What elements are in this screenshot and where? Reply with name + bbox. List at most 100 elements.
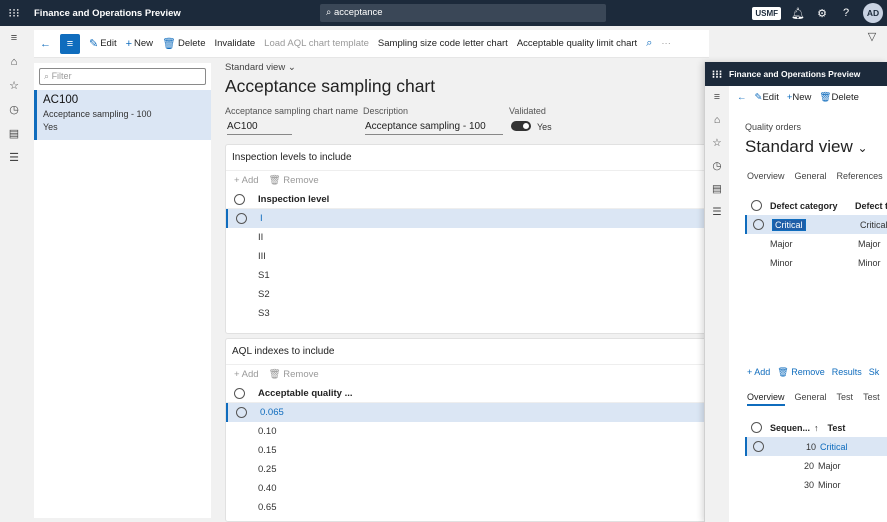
- table-row[interactable]: S3: [226, 304, 708, 323]
- table-row[interactable]: 0.25: [226, 460, 708, 479]
- add-button[interactable]: + Add: [747, 367, 770, 378]
- company-picker[interactable]: USMF: [752, 6, 781, 20]
- remove-button[interactable]: 🗑︎ Remove: [777, 367, 824, 378]
- aql-indexes-header[interactable]: AQL indexes to include: [226, 339, 708, 365]
- trash-icon: 🗑︎: [819, 92, 832, 103]
- sampling-size-chart-button[interactable]: Sampling size code letter chart: [378, 38, 508, 49]
- remove-button[interactable]: 🗑︎ Remove: [269, 369, 319, 380]
- column-header[interactable]: Sequen...: [770, 423, 814, 433]
- table-row[interactable]: Major Major: [745, 234, 887, 253]
- tab-general[interactable]: General: [795, 171, 827, 181]
- test-cell[interactable]: Critical: [820, 442, 848, 452]
- table-row[interactable]: 0.065: [226, 403, 708, 422]
- table-row[interactable]: II: [226, 228, 708, 247]
- hamburger-icon[interactable]: ≡: [705, 86, 729, 109]
- inspection-level-cell: II: [258, 232, 264, 243]
- filter-funnel-icon[interactable]: ▽: [862, 30, 882, 48]
- more-options-button[interactable]: ···: [661, 38, 671, 49]
- column-header[interactable]: Defect t: [855, 201, 887, 211]
- new-button[interactable]: +New: [126, 38, 153, 50]
- inspection-levels-header[interactable]: Inspection levels to include: [226, 145, 708, 171]
- form-view-icon[interactable]: ≡: [60, 33, 80, 54]
- description-field[interactable]: Acceptance sampling - 100: [365, 121, 503, 135]
- workspaces-icon[interactable]: ▤: [0, 122, 28, 146]
- home-icon[interactable]: ⌂: [0, 50, 28, 74]
- favorites-star-icon[interactable]: ☆: [705, 132, 729, 155]
- validated-toggle[interactable]: [511, 121, 531, 131]
- tab-references[interactable]: References: [837, 171, 883, 181]
- select-all-radio[interactable]: [751, 422, 762, 433]
- tab-line-test[interactable]: Test: [837, 392, 854, 406]
- settings-gear-icon[interactable]: ⚙: [815, 7, 829, 20]
- select-all-radio[interactable]: [234, 387, 245, 399]
- modules-list-icon[interactable]: ☰: [705, 201, 729, 224]
- table-row[interactable]: 0.65: [226, 498, 708, 517]
- load-aql-template-button[interactable]: Load AQL chart template: [264, 38, 369, 49]
- delete-button[interactable]: 🗑︎Delete: [162, 37, 205, 50]
- recent-clock-icon[interactable]: ◷: [705, 155, 729, 178]
- table-row[interactable]: 0.10: [226, 422, 708, 441]
- defect-category-cell[interactable]: Critical: [772, 218, 806, 231]
- edit-button[interactable]: ✎Edit: [89, 37, 117, 50]
- table-row[interactable]: I: [226, 209, 708, 228]
- row-radio[interactable]: [753, 219, 764, 230]
- search-input[interactable]: ⌕ acceptance: [320, 4, 606, 22]
- back-arrow-icon[interactable]: ←: [40, 38, 51, 50]
- skip-button[interactable]: Sk: [869, 367, 880, 378]
- back-arrow-icon[interactable]: ←: [737, 92, 747, 103]
- tab-line-general[interactable]: General: [795, 392, 827, 406]
- hamburger-icon[interactable]: ≡: [0, 26, 28, 50]
- table-row[interactable]: Critical Critical: [745, 215, 887, 234]
- results-button[interactable]: Results: [832, 367, 862, 378]
- page-title: Acceptance sampling chart: [225, 76, 436, 96]
- table-row[interactable]: 0.15: [226, 441, 708, 460]
- chart-name-field[interactable]: AC100: [227, 121, 292, 135]
- select-all-radio[interactable]: [751, 200, 762, 211]
- home-icon[interactable]: ⌂: [705, 109, 729, 132]
- help-icon[interactable]: ?: [839, 7, 853, 19]
- favorites-star-icon[interactable]: ☆: [0, 74, 28, 98]
- table-row[interactable]: 20 Major: [745, 456, 887, 475]
- delete-button[interactable]: 🗑︎Delete: [819, 92, 859, 103]
- tab-line-overview[interactable]: Overview: [747, 392, 785, 406]
- list-item[interactable]: AC100 Acceptance sampling - 100 Yes: [34, 90, 211, 140]
- app-launcher-icon[interactable]: ⁝⁝⁝: [0, 6, 28, 20]
- sequence-cell: 10: [805, 441, 816, 452]
- tab-overview[interactable]: Overview: [747, 171, 785, 181]
- new-button[interactable]: +New: [787, 92, 812, 103]
- tab-line-test-2[interactable]: Test: [863, 392, 880, 406]
- search-icon[interactable]: ⌕: [646, 37, 652, 50]
- row-radio[interactable]: [236, 213, 247, 224]
- aql-chart-button[interactable]: Acceptable quality limit chart: [517, 38, 637, 49]
- row-radio[interactable]: [753, 441, 764, 452]
- app-launcher-icon[interactable]: ⁝⁝⁝: [705, 68, 729, 81]
- notifications-icon[interactable]: 🔔︎: [791, 7, 805, 20]
- workspaces-icon[interactable]: ▤: [705, 178, 729, 201]
- add-button[interactable]: + Add: [234, 369, 259, 380]
- select-all-radio[interactable]: [234, 193, 245, 205]
- remove-label: Remove: [283, 175, 319, 186]
- table-row[interactable]: S1: [226, 266, 708, 285]
- recent-clock-icon[interactable]: ◷: [0, 98, 28, 122]
- add-button[interactable]: + Add: [234, 175, 259, 186]
- invalidate-button[interactable]: Invalidate: [214, 38, 255, 49]
- column-header[interactable]: Acceptable quality ...: [258, 388, 353, 399]
- filter-input[interactable]: ⌕ Filter: [39, 68, 206, 85]
- table-row[interactable]: 10 Critical: [745, 437, 887, 456]
- panel-view-title[interactable]: Standard view ⌄: [745, 137, 868, 157]
- modules-list-icon[interactable]: ☰: [0, 146, 28, 170]
- table-row[interactable]: 0.40: [226, 479, 708, 498]
- view-selector[interactable]: Standard view ⌄: [225, 62, 296, 73]
- remove-button[interactable]: 🗑︎ Remove: [269, 175, 319, 186]
- table-row[interactable]: S2: [226, 285, 708, 304]
- edit-button[interactable]: ✎Edit: [755, 92, 779, 103]
- avatar[interactable]: AD: [863, 3, 883, 23]
- column-header[interactable]: Defect category: [770, 201, 855, 211]
- table-row[interactable]: Minor Minor: [745, 253, 887, 272]
- table-row[interactable]: III: [226, 247, 708, 266]
- column-header[interactable]: Inspection level: [258, 194, 329, 205]
- defect-category-cell: Minor: [770, 257, 793, 268]
- row-radio[interactable]: [236, 407, 247, 418]
- column-header[interactable]: Test: [828, 423, 846, 433]
- table-row[interactable]: 30 Minor: [745, 475, 887, 494]
